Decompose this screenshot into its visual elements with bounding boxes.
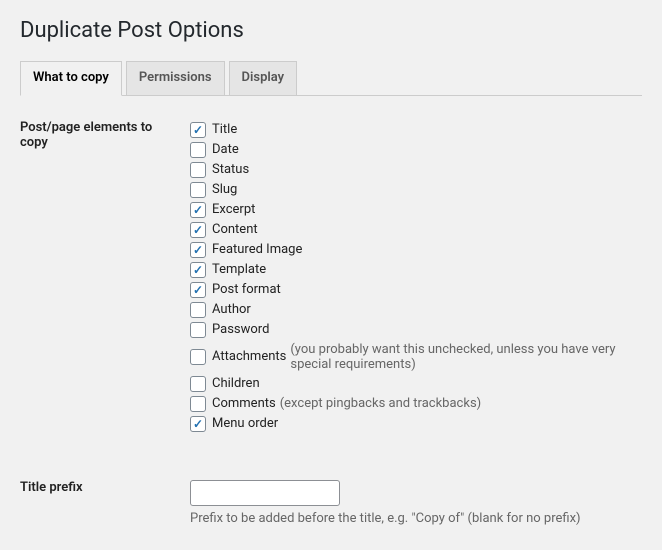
option-hint: (you probably want this unchecked, unles…: [290, 342, 642, 372]
option-label: Children: [212, 376, 260, 391]
option-label: Attachments: [212, 349, 286, 364]
checkbox-title[interactable]: [190, 122, 206, 138]
checkbox-excerpt[interactable]: [190, 202, 206, 218]
option-featured-image: Featured Image: [190, 242, 642, 258]
option-label: Status: [212, 162, 249, 177]
checkbox-date[interactable]: [190, 142, 206, 158]
option-attachments: Attachments (you probably want this unch…: [190, 342, 642, 372]
option-label: Password: [212, 322, 269, 337]
checkbox-menu-order[interactable]: [190, 416, 206, 432]
option-excerpt: Excerpt: [190, 202, 642, 218]
page-title: Duplicate Post Options: [20, 18, 642, 43]
option-hint: (except pingbacks and trackbacks): [280, 396, 481, 411]
checkbox-status[interactable]: [190, 162, 206, 178]
checkbox-slug[interactable]: [190, 182, 206, 198]
option-menu-order: Menu order: [190, 416, 642, 432]
option-label: Author: [212, 302, 251, 317]
checkbox-author[interactable]: [190, 302, 206, 318]
option-comments: Comments (except pingbacks and trackback…: [190, 396, 642, 412]
checkbox-content[interactable]: [190, 222, 206, 238]
option-label: Template: [212, 262, 266, 277]
option-author: Author: [190, 302, 642, 318]
option-slug: Slug: [190, 182, 642, 198]
option-password: Password: [190, 322, 642, 338]
tabs: What to copyPermissionsDisplay: [20, 61, 642, 96]
option-label: Featured Image: [212, 242, 302, 257]
option-label: Slug: [212, 182, 237, 197]
title-prefix-description: Prefix to be added before the title, e.g…: [190, 511, 642, 526]
option-label: Post format: [212, 282, 281, 297]
option-children: Children: [190, 376, 642, 392]
checkbox-template[interactable]: [190, 262, 206, 278]
option-label: Comments: [212, 396, 276, 411]
title-prefix-input[interactable]: [190, 480, 340, 506]
checkbox-attachments[interactable]: [190, 349, 206, 365]
checkbox-post-format[interactable]: [190, 282, 206, 298]
option-template: Template: [190, 262, 642, 278]
elements-heading: Post/page elements to copy: [20, 114, 190, 440]
option-label: Excerpt: [212, 202, 255, 217]
option-label: Menu order: [212, 416, 278, 431]
option-status: Status: [190, 162, 642, 178]
tab-display[interactable]: Display: [229, 61, 298, 95]
tab-permissions[interactable]: Permissions: [126, 61, 225, 95]
checkbox-featured-image[interactable]: [190, 242, 206, 258]
option-content: Content: [190, 222, 642, 238]
title-prefix-heading: Title prefix: [20, 440, 190, 530]
option-label: Title: [212, 122, 237, 137]
checkbox-children[interactable]: [190, 376, 206, 392]
checkbox-password[interactable]: [190, 322, 206, 338]
option-label: Content: [212, 222, 258, 237]
tab-what-to-copy[interactable]: What to copy: [20, 61, 122, 96]
option-date: Date: [190, 142, 642, 158]
checkbox-comments[interactable]: [190, 396, 206, 412]
option-title: Title: [190, 122, 642, 138]
option-post-format: Post format: [190, 282, 642, 298]
option-label: Date: [212, 142, 239, 157]
